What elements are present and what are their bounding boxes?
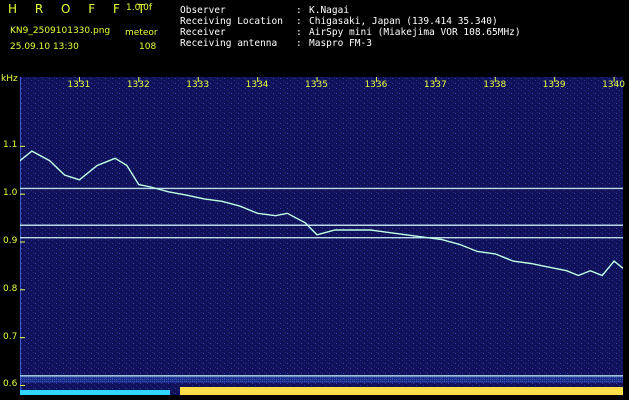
meter-bar-yellow: [180, 387, 623, 395]
x-tick-label: 1334: [245, 80, 269, 90]
plot-background: [20, 77, 623, 395]
x-tick-label: 1335: [305, 80, 328, 90]
datetime-label: 25.09.10 13:30: [10, 42, 79, 52]
filename-label: KN9_2509101330.png: [10, 26, 111, 36]
y-tick-label: 1.0: [3, 188, 18, 199]
x-tick-label: 1333: [186, 80, 210, 90]
y-tick-label: 0.6: [3, 379, 18, 390]
field-value-location: Chigasaki, Japan (139.414 35.340): [309, 16, 498, 27]
x-tick-label: 1339: [542, 80, 566, 90]
field-value-receiver: AirSpy mini (Miakejima VOR 108.65MHz): [309, 27, 521, 38]
mode-label: meteor: [125, 28, 158, 38]
x-tick-label: 1331: [67, 80, 91, 90]
field-label-antenna: Receiving antenna: [180, 38, 278, 49]
version-label: 1.0.0f: [126, 3, 153, 13]
field-value-antenna: Maspro FM-3: [309, 38, 372, 49]
x-tick-label: 1337: [423, 80, 447, 90]
x-tick-label: 1340: [602, 80, 625, 90]
field-sep: :: [296, 38, 308, 49]
count-label: 108: [139, 42, 157, 52]
y-tick-label: 0.7: [3, 331, 18, 342]
field-label-observer: Observer: [180, 5, 226, 16]
y-tick-label: 1.1: [3, 140, 18, 151]
field-value-observer: K.Nagai: [309, 5, 350, 16]
y-tick-label: 0.8: [3, 283, 18, 294]
y-tick-label: 0.9: [3, 235, 18, 246]
spectrogram-plot: [20, 77, 623, 395]
header-panel: H R O F F T 1.0.0f KN9_2509101330.png me…: [0, 0, 629, 72]
y-unit-label: kHz: [1, 74, 18, 84]
x-tick-label: 1338: [483, 80, 507, 90]
meter-bar-cyan: [20, 390, 170, 395]
field-sep: :: [296, 5, 308, 16]
field-label-receiver: Receiver: [180, 27, 226, 38]
x-tick-label: 1336: [364, 80, 388, 90]
x-tick-label: 1332: [126, 80, 150, 90]
field-sep: :: [296, 16, 308, 27]
field-label-location: Receiving Location: [180, 16, 283, 27]
field-sep: :: [296, 27, 308, 38]
